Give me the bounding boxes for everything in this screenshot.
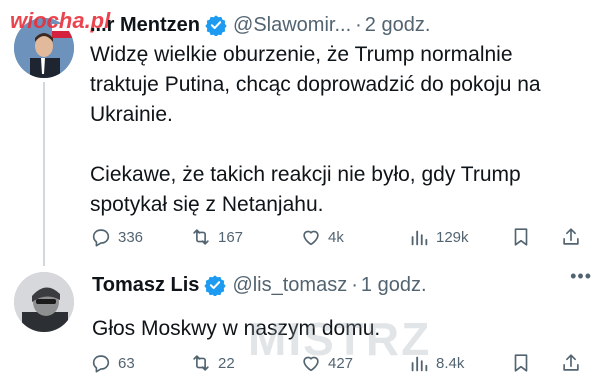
reply-icon xyxy=(92,229,110,247)
avatar[interactable] xyxy=(14,272,74,332)
reply-button[interactable]: 336 xyxy=(90,226,143,248)
more-options-icon[interactable]: ••• xyxy=(570,266,592,287)
bookmark-icon xyxy=(514,354,528,372)
repost-count: 167 xyxy=(218,228,244,246)
repost-button[interactable]: 167 xyxy=(190,226,243,248)
like-count: 4k xyxy=(328,228,344,246)
tweet-header: Tomasz Lis @lis_tomasz · 1 godz. xyxy=(92,270,590,300)
views-icon xyxy=(411,230,428,246)
verified-badge-icon xyxy=(204,275,227,296)
repost-icon xyxy=(193,355,209,371)
bookmark-button[interactable] xyxy=(510,226,532,248)
thread-line xyxy=(43,82,45,266)
share-button[interactable] xyxy=(560,226,582,248)
author-handle[interactable]: @Slawomir... xyxy=(233,14,351,37)
tweet-actions: 336 167 4k 129k xyxy=(90,224,582,250)
author-name[interactable]: ...r Mentzen xyxy=(90,14,200,37)
separator-dot: · xyxy=(355,13,362,36)
repost-count: 22 xyxy=(218,354,235,372)
share-button[interactable] xyxy=(560,352,582,374)
tweet-text-paragraph-2: Ciekawe, że takich reakcji nie było, gdy… xyxy=(90,163,521,216)
reply-count: 63 xyxy=(118,354,135,372)
tweet-time[interactable]: 2 godz. xyxy=(365,14,431,37)
repost-icon xyxy=(193,229,209,245)
separator-dot: · xyxy=(351,273,358,296)
repost-button[interactable]: 22 xyxy=(190,352,235,374)
tweet-header: ...r Mentzen @Slawomir... · 2 godz. xyxy=(90,10,590,40)
verified-badge-icon xyxy=(205,15,227,36)
tweet-mentzen[interactable]: wiocha.pl ...r Mentzen @Slawomir... · 2 … xyxy=(0,0,600,266)
views-count: 8.4k xyxy=(436,354,465,372)
share-icon xyxy=(563,228,579,245)
views-count: 129k xyxy=(436,228,469,246)
share-icon xyxy=(563,354,579,371)
reply-icon xyxy=(92,355,110,373)
author-handle[interactable]: @lis_tomasz xyxy=(232,274,347,297)
bookmark-icon xyxy=(514,228,528,246)
author-name[interactable]: Tomasz Lis xyxy=(92,274,199,297)
reply-count: 336 xyxy=(118,228,144,246)
like-button[interactable]: 4k xyxy=(300,226,344,248)
views-button[interactable]: 129k xyxy=(408,226,469,248)
tweet-text: Widzę wielkie oburzenie, że Trump normal… xyxy=(90,43,541,126)
watermark-mistrz: MISTRZ xyxy=(248,313,432,365)
bookmark-button[interactable] xyxy=(510,352,532,374)
tweet-time[interactable]: 1 godz. xyxy=(361,274,427,297)
heart-icon xyxy=(303,230,319,246)
reply-button[interactable]: 63 xyxy=(90,352,135,374)
